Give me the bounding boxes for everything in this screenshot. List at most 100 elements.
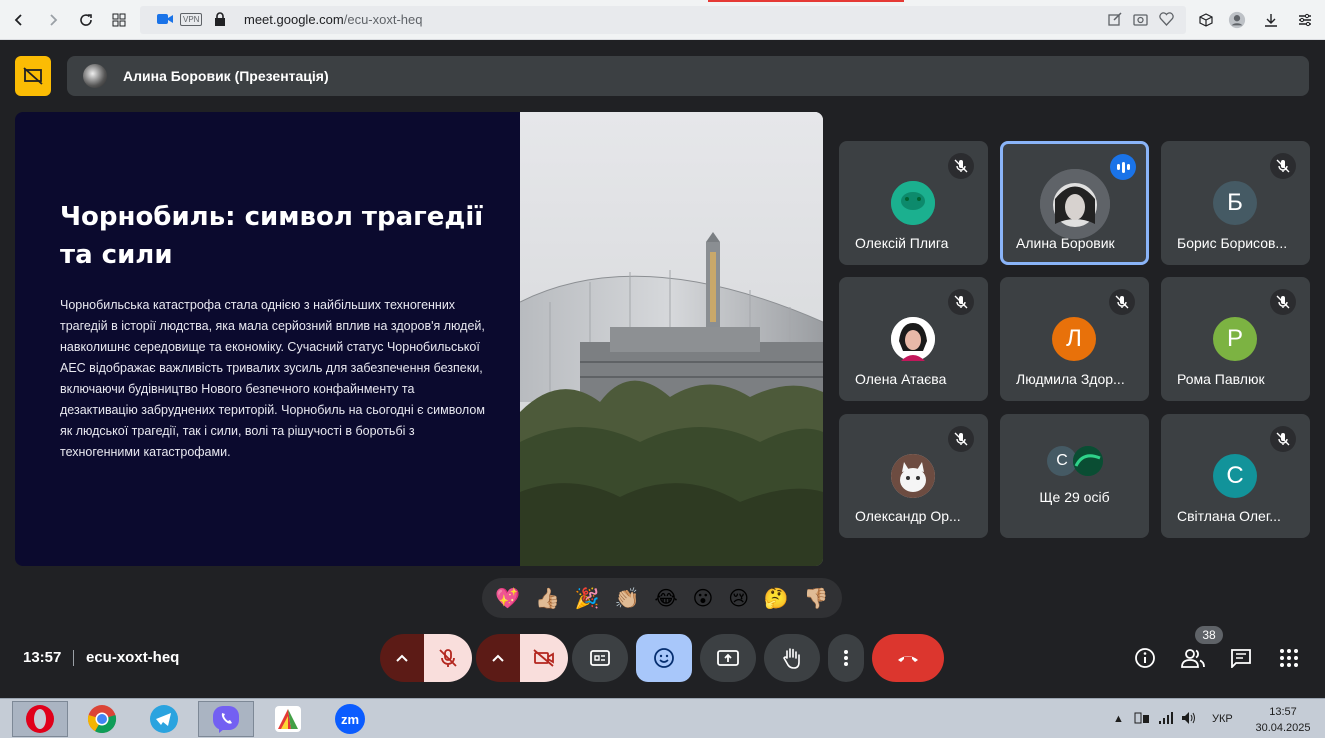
raise-hand-icon xyxy=(783,648,800,669)
slide-photo xyxy=(520,112,823,566)
meeting-clock: 13:57 xyxy=(23,649,62,666)
camera-control xyxy=(476,634,568,682)
mic-off-icon xyxy=(1270,289,1296,315)
presenter-label: Алина Боровик (Презентація) xyxy=(123,68,329,84)
url-text[interactable]: meet.google.com/ecu-xoxt-heq xyxy=(244,12,423,27)
browser-toolbar: VPN meet.google.com/ecu-xoxt-heq xyxy=(0,0,1325,40)
tabs-grid-icon[interactable] xyxy=(110,11,128,29)
mic-toggle-button[interactable] xyxy=(424,634,472,682)
people-button[interactable] xyxy=(1181,646,1205,670)
hang-up-icon xyxy=(898,656,918,662)
chat-button[interactable] xyxy=(1229,646,1253,670)
more-participants-tile[interactable]: С Ще 29 осіб xyxy=(1000,414,1149,538)
tray-device-icon[interactable] xyxy=(1134,711,1150,728)
camera-off-icon xyxy=(533,649,554,667)
opera-icon xyxy=(26,705,54,733)
audio-options-button[interactable] xyxy=(380,634,424,682)
zoom-icon: zm xyxy=(335,704,365,734)
participant-tile-active[interactable]: Алина Боровик xyxy=(1000,141,1149,265)
reaction-clapping[interactable]: 👏🏼 xyxy=(615,586,640,611)
taskbar-viber[interactable] xyxy=(198,701,254,737)
reaction-sparkling-heart[interactable]: 💖 xyxy=(495,586,520,611)
participant-tile[interactable]: Р Рома Павлюк xyxy=(1161,277,1310,401)
reaction-thumbs-down[interactable]: 👎🏼 xyxy=(804,586,829,611)
mic-off-icon xyxy=(1109,289,1135,315)
presentation-off-button[interactable] xyxy=(15,56,51,96)
edit-page-icon[interactable] xyxy=(1108,12,1122,31)
snapshot-icon[interactable] xyxy=(1133,12,1148,31)
avatar xyxy=(1073,446,1103,476)
profile-icon[interactable] xyxy=(1228,11,1246,29)
participant-tile[interactable]: Л Людмила Здор... xyxy=(1000,277,1149,401)
presenter-avatar xyxy=(83,64,107,88)
present-off-icon xyxy=(23,67,43,85)
participant-tile[interactable]: Олена Атаєва xyxy=(839,277,988,401)
slide-body: Чорнобильська катастрофа стала однією з … xyxy=(60,298,485,459)
more-vert-icon xyxy=(844,650,848,666)
mic-off-icon xyxy=(1270,153,1296,179)
taskbar-chrome[interactable] xyxy=(74,701,130,737)
meeting-code: ecu-xoxt-heq xyxy=(86,649,180,666)
participant-tile[interactable]: Олексій Плига xyxy=(839,141,988,265)
avatar: Р xyxy=(1213,317,1257,361)
system-time: 13:57 xyxy=(1269,706,1297,718)
chat-icon xyxy=(1231,649,1251,668)
reload-icon[interactable] xyxy=(77,11,95,29)
forward-icon[interactable] xyxy=(44,11,62,29)
raise-hand-button[interactable] xyxy=(764,634,820,682)
chevron-up-icon xyxy=(396,654,408,662)
loading-indicator xyxy=(708,0,904,2)
back-icon[interactable] xyxy=(10,11,28,29)
mic-off-icon xyxy=(1270,426,1296,452)
download-icon[interactable] xyxy=(1262,11,1280,29)
viber-icon xyxy=(213,706,239,733)
video-options-button[interactable] xyxy=(476,634,520,682)
participant-name: Рома Павлюк xyxy=(1177,371,1265,387)
slide-text-panel: Чорнобиль: символ трагедії та сили Чорно… xyxy=(15,112,520,566)
activities-button[interactable] xyxy=(1277,646,1301,670)
reaction-thinking[interactable]: 🤔 xyxy=(764,586,789,611)
participant-name: Олена Атаєва xyxy=(855,371,947,387)
more-options-button[interactable] xyxy=(828,634,864,682)
participant-tile[interactable]: С Світлана Олег... xyxy=(1161,414,1310,538)
meeting-info-button[interactable] xyxy=(1133,646,1157,670)
easy-setup-icon[interactable] xyxy=(1296,11,1314,29)
participant-tile[interactable]: Олександр Ор... xyxy=(839,414,988,538)
participant-name: Світлана Олег... xyxy=(1177,508,1281,524)
participant-name: Борис Борисов... xyxy=(1177,235,1288,251)
taskbar-telegram[interactable] xyxy=(136,701,192,737)
tray-expand-icon[interactable]: ▲ xyxy=(1113,713,1124,725)
mic-control xyxy=(380,634,472,682)
emoji-reactions-button[interactable] xyxy=(636,634,692,682)
chrome-icon xyxy=(87,705,117,734)
taskbar-opera[interactable] xyxy=(12,701,68,737)
captions-button[interactable] xyxy=(572,634,628,682)
present-screen-icon xyxy=(717,650,739,666)
avatar xyxy=(1040,169,1110,239)
participant-tile[interactable]: Б Борис Борисов... xyxy=(1161,141,1310,265)
reaction-crying[interactable]: 😢 xyxy=(728,586,749,611)
extensions-cube-icon[interactable] xyxy=(1197,11,1215,29)
avatar xyxy=(891,454,935,498)
leave-call-button[interactable] xyxy=(872,634,944,682)
reaction-surprised[interactable]: 😮 xyxy=(693,586,714,611)
taskbar-app-colorful[interactable] xyxy=(260,701,316,737)
address-bar[interactable]: VPN meet.google.com/ecu-xoxt-heq xyxy=(140,6,1186,34)
signal-icon[interactable] xyxy=(1158,711,1174,728)
system-date: 30.04.2025 xyxy=(1255,722,1311,734)
reaction-laughing[interactable]: 😂 xyxy=(654,586,677,611)
system-clock[interactable]: 13:57 30.04.2025 xyxy=(1254,704,1312,736)
camera-icon xyxy=(156,12,174,31)
reaction-party-popper[interactable]: 🎉 xyxy=(575,586,600,611)
camera-toggle-button[interactable] xyxy=(520,634,568,682)
volume-icon[interactable] xyxy=(1181,711,1197,728)
participant-name: Олександр Ор... xyxy=(855,508,961,524)
reaction-thumbs-up[interactable]: 👍🏼 xyxy=(535,586,560,611)
taskbar-zoom[interactable]: zm xyxy=(322,701,378,737)
os-taskbar: zm ▲ УКР 13:57 30.04.2025 xyxy=(0,698,1325,738)
present-screen-button[interactable] xyxy=(700,634,756,682)
language-indicator[interactable]: УКР xyxy=(1212,713,1233,725)
heart-icon[interactable] xyxy=(1159,12,1174,31)
lock-icon[interactable] xyxy=(214,12,226,31)
vpn-badge[interactable]: VPN xyxy=(180,13,203,26)
